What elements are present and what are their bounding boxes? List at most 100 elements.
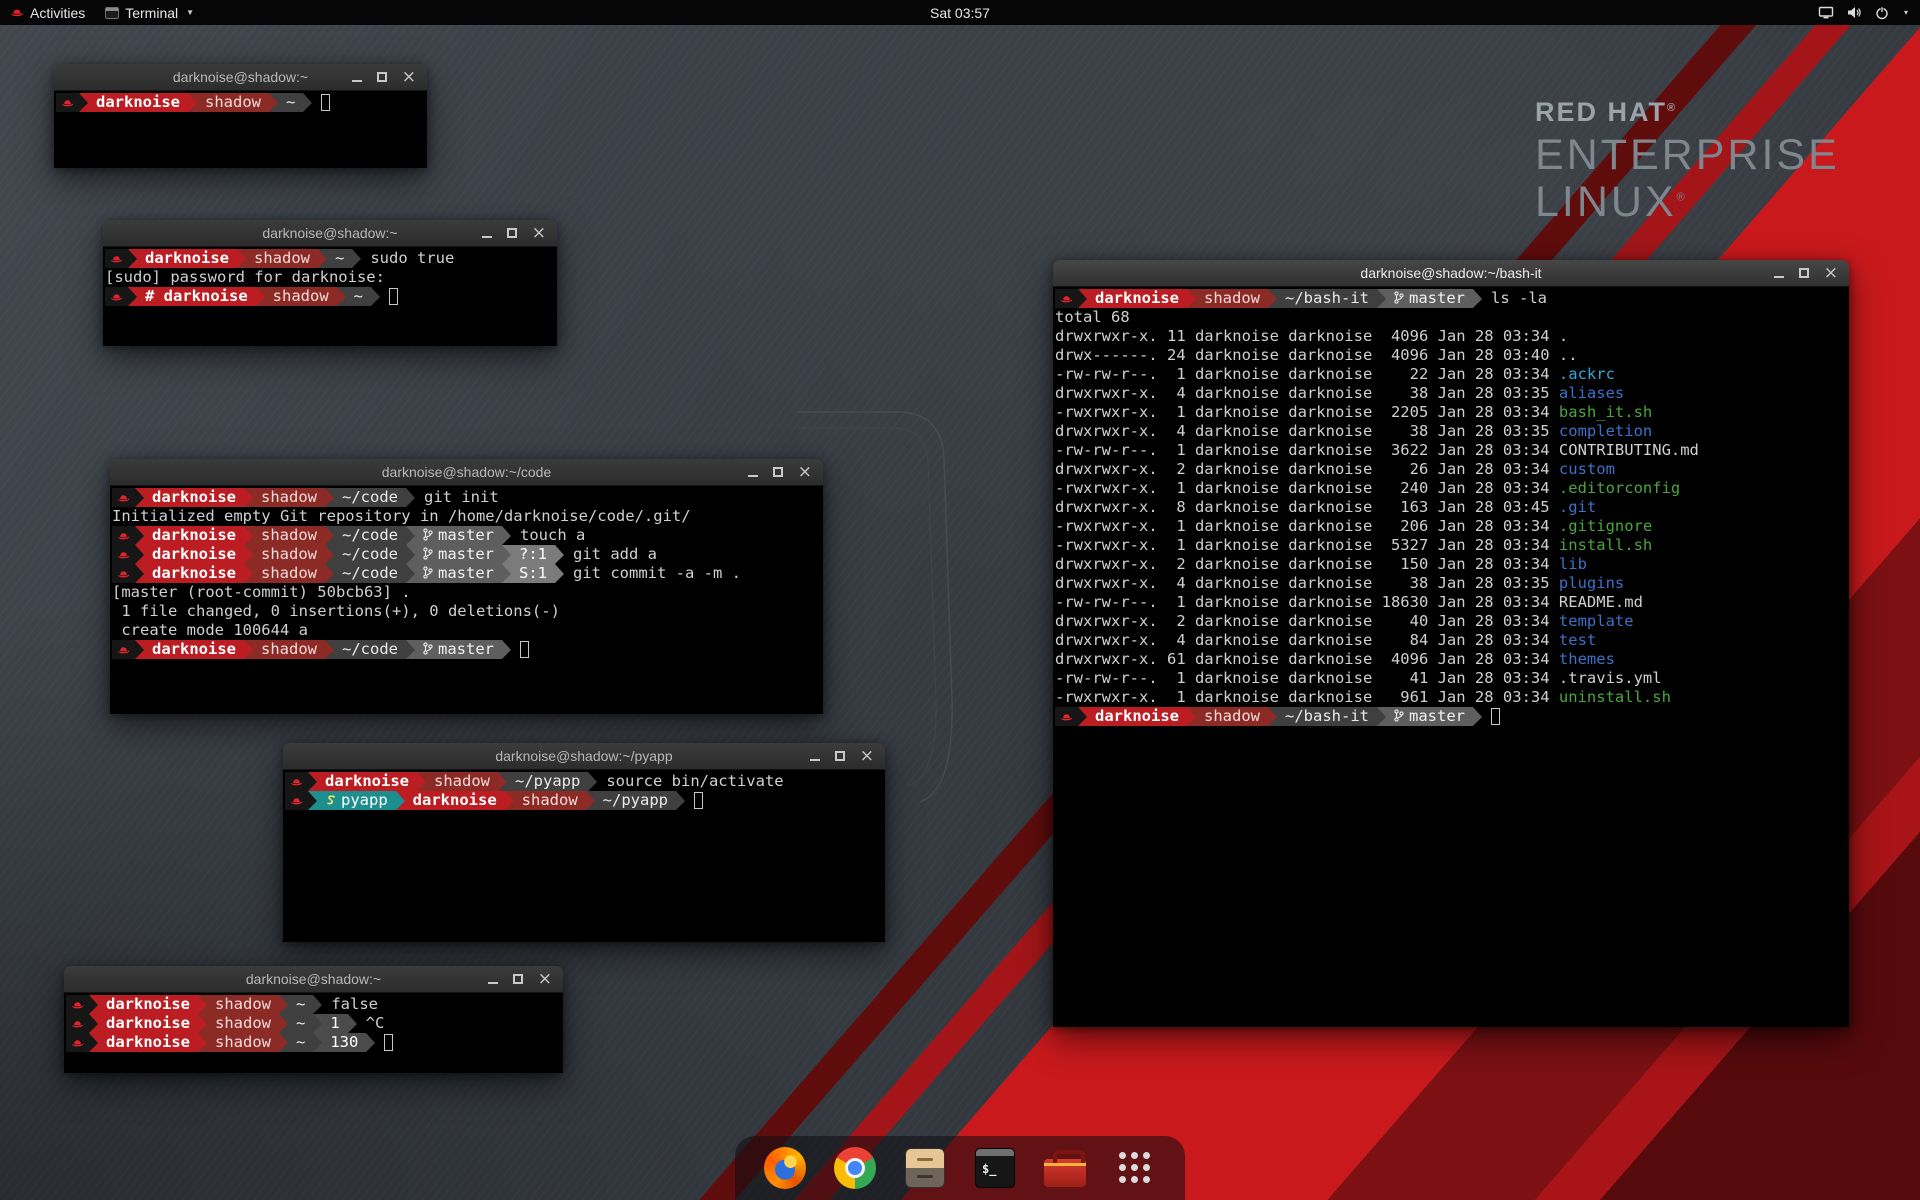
terminal-content[interactable]: darknoiseshadow~sudo true[sudo] password… xyxy=(103,247,557,346)
window-titlebar[interactable]: darknoise@shadow:~/code× xyxy=(110,459,823,486)
dock-terminal[interactable] xyxy=(973,1146,1017,1190)
terminal-window[interactable]: darknoise@shadow:~/code×darknoiseshadow~… xyxy=(110,459,823,714)
dock-firefox[interactable] xyxy=(763,1146,807,1190)
powerline-separator xyxy=(318,249,327,268)
git-branch-icon xyxy=(423,640,433,658)
prompt-segment-git: master xyxy=(415,545,502,564)
terminal-line: darknoiseshadow~/codemaster xyxy=(112,640,821,659)
prompt-segment-user: darknoise xyxy=(405,791,505,810)
redhat-fedora-icon xyxy=(112,640,135,659)
prompt-segment-host: shadow xyxy=(197,93,269,112)
dock-toolbox[interactable] xyxy=(1043,1146,1087,1190)
window-titlebar[interactable]: darknoise@shadow:~/pyapp× xyxy=(283,743,885,770)
terminal-line: 1 file changed, 0 insertions(+), 0 delet… xyxy=(112,602,821,621)
dock-chrome[interactable] xyxy=(833,1146,877,1190)
terminal-line: drwxrwxr-x. 11 darknoise darknoise 4096 … xyxy=(1055,327,1847,346)
output-text: drwxrwxr-x. 4 darknoise darknoise 38 Jan… xyxy=(1055,384,1559,402)
prompt-segment-git: master xyxy=(1386,707,1473,726)
close-button[interactable]: × xyxy=(532,226,546,240)
minimize-button[interactable] xyxy=(352,73,362,82)
powerline-separator xyxy=(135,488,144,507)
powerline-separator xyxy=(417,772,426,791)
system-status-area[interactable]: ▾ xyxy=(1818,0,1920,25)
window-titlebar[interactable]: darknoise@shadow:~/bash-it × xyxy=(1053,260,1849,287)
powerline-separator xyxy=(313,995,322,1014)
output-text: -rwxrwxr-x. 1 darknoise darknoise 5327 J… xyxy=(1055,536,1559,554)
powerline-separator xyxy=(505,791,514,810)
minimize-button[interactable] xyxy=(810,752,820,761)
brand-enterprise: ENTERPRISE xyxy=(1535,133,1840,178)
maximize-button[interactable] xyxy=(1799,268,1809,278)
maximize-button[interactable] xyxy=(507,228,517,238)
redhat-fedora-icon xyxy=(66,1033,89,1052)
terminal-cursor xyxy=(384,1034,393,1051)
minimize-button[interactable] xyxy=(482,229,492,238)
powerline-separator xyxy=(337,287,346,306)
close-button[interactable]: × xyxy=(1824,266,1838,280)
output-text: create mode 100644 a xyxy=(112,621,308,639)
window-titlebar[interactable]: darknoise@shadow:~× xyxy=(103,220,557,247)
maximize-button[interactable] xyxy=(513,974,523,984)
powerline-separator xyxy=(89,1014,98,1033)
minimize-button[interactable] xyxy=(488,975,498,984)
powerline-separator xyxy=(244,488,253,507)
maximize-button[interactable] xyxy=(835,751,845,761)
app-menu-button[interactable]: Terminal ▼ xyxy=(95,0,204,25)
terminal-window[interactable]: darknoise@shadow:~×darknoiseshadow~false… xyxy=(64,966,563,1073)
output-text: -rw-rw-r--. 1 darknoise darknoise 22 Jan… xyxy=(1055,365,1559,383)
close-button[interactable]: × xyxy=(860,749,874,763)
file-name: bash_it.sh xyxy=(1559,403,1652,421)
file-name: .gitignore xyxy=(1559,517,1652,535)
terminal-line: drwxrwxr-x. 4 darknoise darknoise 38 Jan… xyxy=(1055,384,1847,403)
powerline-separator xyxy=(348,1014,357,1033)
terminal-line: darknoiseshadow~false xyxy=(66,995,561,1014)
clock[interactable]: Sat 03:57 xyxy=(930,5,990,21)
close-button[interactable]: × xyxy=(798,465,812,479)
terminal-content[interactable]: darknoiseshadow~/bash-itmasterls -latota… xyxy=(1053,287,1849,1027)
terminal-window[interactable]: darknoise@shadow:~×darknoiseshadow~ xyxy=(54,64,427,168)
output-text: drwxrwxr-x. 61 darknoise darknoise 4096 … xyxy=(1055,650,1559,668)
command-text: git commit -a -m . xyxy=(573,564,741,582)
dock-app-grid[interactable] xyxy=(1113,1146,1157,1190)
output-text: 1 file changed, 0 insertions(+), 0 delet… xyxy=(112,602,560,620)
window-title: darknoise@shadow:~/bash-it xyxy=(1360,265,1541,281)
terminal-content[interactable]: darknoiseshadow~/codegit initInitialized… xyxy=(110,486,823,714)
terminal-window[interactable]: darknoise@shadow:~×darknoiseshadow~sudo … xyxy=(103,220,557,346)
output-text: [sudo] password for darknoise: xyxy=(105,268,385,286)
terminal-icon xyxy=(105,7,119,19)
top-bar: Activities Terminal ▼ Sat 03:57 ▾ xyxy=(0,0,1920,25)
powerline-separator xyxy=(1268,289,1277,308)
chrome-icon xyxy=(834,1147,876,1189)
prompt-segment-user: darknoise xyxy=(144,640,244,659)
minimize-button[interactable] xyxy=(748,468,758,477)
terminal-window[interactable]: darknoise@shadow:~/bash-it × darknoiseshad… xyxy=(1053,260,1849,1027)
powerline-separator xyxy=(1078,289,1087,308)
prompt-segment-path: ~/code xyxy=(334,488,406,507)
powerline-separator xyxy=(1377,289,1386,308)
file-name: custom xyxy=(1559,460,1615,478)
redhat-fedora-icon xyxy=(105,249,128,268)
terminal-content[interactable]: darknoiseshadow~/pyappsource bin/activat… xyxy=(283,770,885,942)
minimize-button[interactable] xyxy=(1774,269,1784,278)
chevron-down-icon: ▾ xyxy=(1904,8,1908,17)
git-branch-icon xyxy=(423,526,433,544)
activities-button[interactable]: Activities xyxy=(0,0,95,25)
close-button[interactable]: × xyxy=(402,70,416,84)
terminal-line: darknoiseshadow~/codegit init xyxy=(112,488,821,507)
maximize-button[interactable] xyxy=(377,72,387,82)
terminal-window[interactable]: darknoise@shadow:~/pyapp×darknoiseshadow… xyxy=(283,743,885,942)
prompt-segment-user: darknoise xyxy=(88,93,188,112)
terminal-line: darknoiseshadow~1^C xyxy=(66,1014,561,1033)
prompt-segment-path: ~/pyapp xyxy=(507,772,588,791)
volume-icon xyxy=(1847,6,1862,19)
window-titlebar[interactable]: darknoise@shadow:~× xyxy=(64,966,563,993)
powerline-separator xyxy=(352,249,361,268)
maximize-button[interactable] xyxy=(773,467,783,477)
close-button[interactable]: × xyxy=(538,972,552,986)
terminal-content[interactable]: darknoiseshadow~ xyxy=(54,91,427,168)
dock-files[interactable] xyxy=(903,1146,947,1190)
terminal-cursor xyxy=(520,641,529,658)
terminal-content[interactable]: darknoiseshadow~falsedarknoiseshadow~1^C… xyxy=(64,993,563,1073)
window-titlebar[interactable]: darknoise@shadow:~× xyxy=(54,64,427,91)
powerline-separator xyxy=(396,791,405,810)
